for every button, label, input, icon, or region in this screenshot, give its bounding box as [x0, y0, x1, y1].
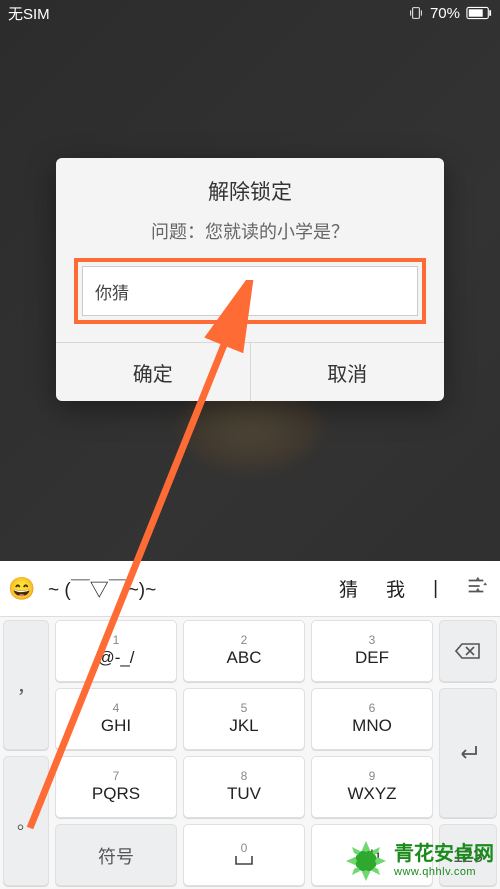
key-4[interactable]: 4GHI	[55, 688, 177, 750]
key-5[interactable]: 5JKL	[183, 688, 305, 750]
battery-icon	[466, 5, 492, 21]
key-0[interactable]: 0	[183, 824, 305, 886]
emoji-button[interactable]: 😄	[0, 576, 44, 602]
key-3[interactable]: 3DEF	[311, 620, 433, 682]
key-7[interactable]: 7PQRS	[55, 756, 177, 818]
watermark-logo-icon	[344, 839, 388, 883]
vibrate-icon	[408, 5, 424, 21]
unlock-dialog: 解除锁定 问题：您就读的小学是？ 确定 取消	[56, 158, 444, 401]
key-1[interactable]: 1@-_/	[55, 620, 177, 682]
confirm-button[interactable]: 确定	[56, 343, 250, 401]
suggestion-3[interactable]: |	[419, 578, 452, 600]
security-question: 问题：您就读的小学是？	[56, 218, 444, 258]
key-backspace[interactable]	[439, 620, 497, 682]
battery-text: 70%	[430, 5, 460, 22]
dialog-title: 解除锁定	[56, 158, 444, 218]
space-icon	[234, 854, 254, 868]
suggestion-1[interactable]: 猜	[325, 575, 372, 602]
key-enter[interactable]	[439, 688, 497, 818]
carrier-text: 无SIM	[8, 3, 50, 24]
key-8[interactable]: 8TUV	[183, 756, 305, 818]
watermark: 青花安卓网 www.qhhlv.com	[344, 839, 494, 883]
settings-icon	[465, 575, 487, 597]
input-highlight	[74, 258, 426, 324]
key-6[interactable]: 6MNO	[311, 688, 433, 750]
key-comma[interactable]: ，	[3, 620, 49, 750]
key-period[interactable]: 。	[3, 756, 49, 886]
status-bar: 无SIM 70%	[0, 0, 500, 26]
watermark-url: www.qhhlv.com	[394, 866, 494, 879]
suggestion-2[interactable]: 我	[372, 575, 419, 602]
settings-button[interactable]	[452, 575, 500, 602]
suggestion-bar: 😄 ~ (￣▽￣~)~ 猜 我 |	[0, 561, 500, 617]
watermark-brand: 青花安卓网	[394, 843, 494, 866]
key-9[interactable]: 9WXYZ	[311, 756, 433, 818]
answer-input[interactable]	[82, 266, 418, 316]
key-2[interactable]: 2ABC	[183, 620, 305, 682]
key-symbol[interactable]: 符号	[55, 824, 177, 886]
cancel-button[interactable]: 取消	[250, 343, 445, 401]
backspace-icon	[455, 642, 481, 660]
suggestion-kaomoji[interactable]: ~ (￣▽￣~)~	[44, 575, 325, 602]
enter-icon	[456, 743, 480, 763]
